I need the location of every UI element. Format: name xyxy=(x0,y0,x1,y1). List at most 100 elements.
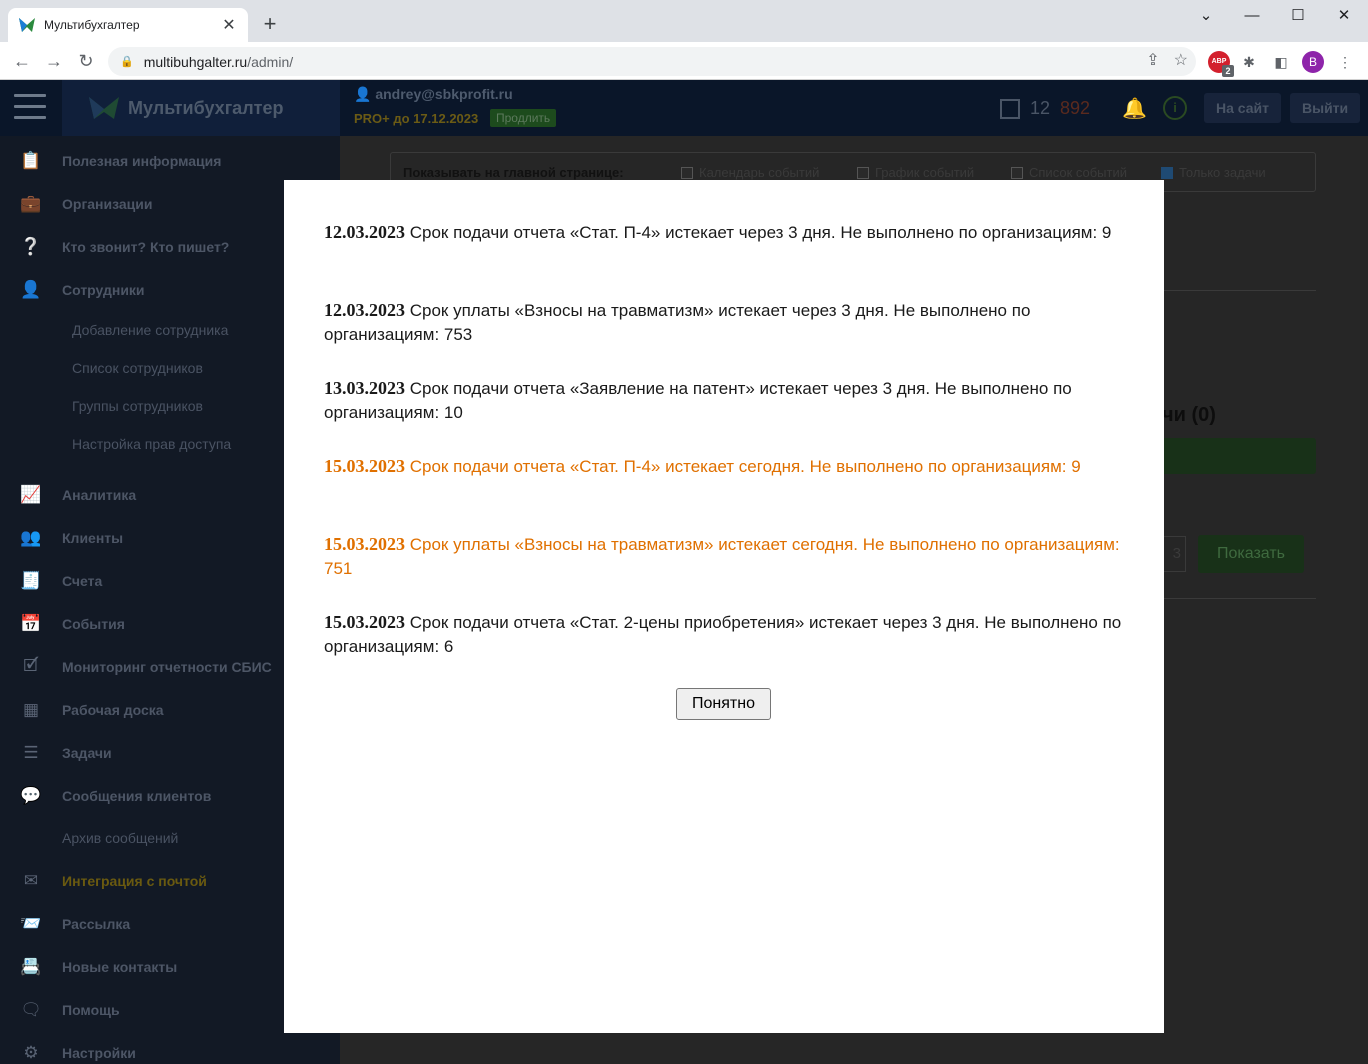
plan-info: PRO+ до 17.12.2023 xyxy=(354,111,479,126)
option-tasks-only[interactable]: Только задачи xyxy=(1161,165,1266,180)
side-panel-icon[interactable]: ◧ xyxy=(1270,51,1292,73)
show-on-home-label: Показывать на главной странице: xyxy=(403,165,624,180)
clipboard-icon: 📋 xyxy=(20,151,42,170)
sidebar-subitem-employee-list[interactable]: Список сотрудников xyxy=(72,360,203,376)
notice-text: Срок подачи отчета «Стат. П-4» истекает … xyxy=(409,223,1112,242)
option-events-calendar[interactable]: Календарь событий xyxy=(681,165,819,180)
new-tab-icon[interactable]: + xyxy=(258,12,282,36)
invoice-icon: 🧾 xyxy=(20,571,42,590)
notice-item: 12.03.2023 Срок уплаты «Взносы на травма… xyxy=(324,298,1124,347)
send-mail-icon: 📨 xyxy=(20,914,42,933)
tab-title: Мультибухгалтер xyxy=(44,18,140,32)
logout-button[interactable]: Выйти xyxy=(1290,93,1361,123)
lock-icon[interactable]: 🔒 xyxy=(120,55,134,68)
sidebar-item-label: Клиенты xyxy=(62,530,124,546)
option-label: График событий xyxy=(875,165,975,180)
notice-date: 12.03.2023 xyxy=(324,300,405,320)
user-icon: 👤 xyxy=(354,86,372,102)
clients-icon: 👥 xyxy=(20,528,42,547)
back-icon[interactable]: ← xyxy=(10,49,34,73)
browser-toolbar: ← → ↻ 🔒 multibuhgalter.ru/admin/ ⇪ ☆ ABP… xyxy=(0,42,1368,80)
url-host: multibuhgalter.ru xyxy=(143,53,248,70)
notice-text: Срок уплаты «Взносы на травматизм» истек… xyxy=(324,535,1120,578)
tab-search-icon[interactable]: ⌄ xyxy=(1190,4,1222,28)
list-icon: ☰ xyxy=(23,743,39,762)
notice-item-urgent: 15.03.2023 Срок уплаты «Взносы на травма… xyxy=(324,532,1124,581)
app-header: Мультибухгалтер 👤 andrey@sbkprofit.ru PR… xyxy=(0,80,1368,136)
notice-text: Срок подачи отчета «Стат. П-4» истекает … xyxy=(409,457,1081,476)
task-check-icon[interactable] xyxy=(1000,99,1020,119)
notice-date: 13.03.2023 xyxy=(324,378,405,398)
extensions-icon[interactable]: ✱ xyxy=(1238,51,1260,73)
show-button[interactable]: Показать xyxy=(1198,535,1304,573)
ok-button[interactable]: Понятно xyxy=(676,688,771,720)
tasks-done-count[interactable]: 12 xyxy=(1030,98,1050,119)
share-icon[interactable]: ⇪ xyxy=(1146,50,1159,70)
bell-icon[interactable]: 🔔 xyxy=(1122,96,1147,121)
option-label: Только задачи xyxy=(1179,165,1266,180)
sidebar-item-label: Счета xyxy=(62,573,103,589)
to-site-button[interactable]: На сайт xyxy=(1204,93,1281,123)
sidebar-item-label: Рассылка xyxy=(62,916,131,932)
checkbox-checked[interactable] xyxy=(1161,166,1173,179)
notice-item-urgent: 15.03.2023 Срок подачи отчета «Стат. П-4… xyxy=(324,454,1124,479)
brand-logo-icon xyxy=(89,97,119,119)
sidebar-item-label: Новые контакты xyxy=(62,959,178,975)
sidebar-subitem-access-rights[interactable]: Настройка прав доступа xyxy=(72,436,231,452)
adblock-badge: 2 xyxy=(1222,65,1234,77)
sidebar-item-label: Интеграция с почтой xyxy=(62,873,207,889)
notice-item: 13.03.2023 Срок подачи отчета «Заявление… xyxy=(324,376,1124,425)
minimize-icon[interactable]: — xyxy=(1236,4,1268,28)
adblock-icon[interactable]: ABP 2 xyxy=(1208,51,1234,77)
renew-button[interactable]: Продлить xyxy=(490,109,557,127)
user-email: 👤 andrey@sbkprofit.ru xyxy=(354,86,513,103)
browser-menu-icon[interactable]: ⋮ xyxy=(1334,51,1356,73)
checkbox[interactable] xyxy=(681,166,693,179)
browser-tab[interactable]: Мультибухгалтер ✕ xyxy=(8,8,248,42)
notice-date: 15.03.2023 xyxy=(324,534,405,554)
sidebar-subitem-employee-groups[interactable]: Группы сотрудников xyxy=(72,398,203,414)
sidebar-item-label: Организации xyxy=(62,196,153,212)
hamburger-menu-icon[interactable] xyxy=(14,94,46,122)
sidebar-subitem-message-archive[interactable]: Архив сообщений xyxy=(62,830,178,846)
notice-item: 12.03.2023 Срок подачи отчета «Стат. П-4… xyxy=(324,220,1124,245)
close-window-icon[interactable]: ✕ xyxy=(1328,4,1360,28)
address-bar[interactable]: 🔒 multibuhgalter.ru/admin/ ⇪ ☆ xyxy=(108,47,1196,76)
option-events-chart[interactable]: График событий xyxy=(857,165,974,180)
deadline-notifications-modal: 12.03.2023 Срок подачи отчета «Стат. П-4… xyxy=(284,180,1164,1033)
notice-date: 12.03.2023 xyxy=(324,222,405,242)
contacts-icon: 📇 xyxy=(20,957,42,976)
bookmark-star-icon[interactable]: ☆ xyxy=(1174,50,1188,70)
sidebar-item-label: Аналитика xyxy=(62,487,137,503)
help-chat-icon: 🗨 xyxy=(20,1000,42,1019)
checkbox[interactable] xyxy=(1011,166,1023,179)
analytics-icon: 📈 xyxy=(20,485,42,504)
briefcase-icon: 💼 xyxy=(20,194,42,213)
sidebar-item-useful-info[interactable]: 📋 Полезная информация xyxy=(0,141,340,181)
profile-avatar[interactable]: B xyxy=(1302,51,1324,73)
info-icon[interactable]: i xyxy=(1163,96,1187,120)
date-input[interactable]: 3 xyxy=(1162,536,1186,572)
option-events-list[interactable]: Список событий xyxy=(1011,165,1127,180)
sidebar-item-settings[interactable]: ⚙ Настройки xyxy=(0,1033,340,1064)
sidebar-item-label: Настройки xyxy=(62,1045,136,1061)
tasks-overdue-count[interactable]: 892 xyxy=(1060,98,1090,119)
question-bubble-icon: ❔ xyxy=(20,237,42,256)
forward-icon[interactable]: → xyxy=(42,49,66,73)
reload-icon[interactable]: ↻ xyxy=(74,49,98,73)
sidebar-item-label: Сообщения клиентов xyxy=(62,788,212,804)
close-tab-icon[interactable]: ✕ xyxy=(220,15,238,35)
notice-item: 15.03.2023 Срок подачи отчета «Стат. 2-ц… xyxy=(324,610,1124,659)
option-label: Список событий xyxy=(1029,165,1128,180)
chat-icon: 💬 xyxy=(20,786,42,805)
sidebar-item-label: Мониторинг отчетности СБИС xyxy=(62,659,272,675)
maximize-icon[interactable]: ☐ xyxy=(1282,4,1314,28)
user-email-text: andrey@sbkprofit.ru xyxy=(375,86,513,102)
notice-date: 15.03.2023 xyxy=(324,612,405,632)
checkbox[interactable] xyxy=(857,166,869,179)
url-path: /admin/ xyxy=(247,53,294,70)
notice-text: Срок уплаты «Взносы на травматизм» истек… xyxy=(324,301,1031,344)
sidebar-subitem-add-employee[interactable]: Добавление сотрудника xyxy=(72,322,228,338)
brand[interactable]: Мультибухгалтер xyxy=(62,80,340,136)
brand-name: Мультибухгалтер xyxy=(128,97,284,118)
